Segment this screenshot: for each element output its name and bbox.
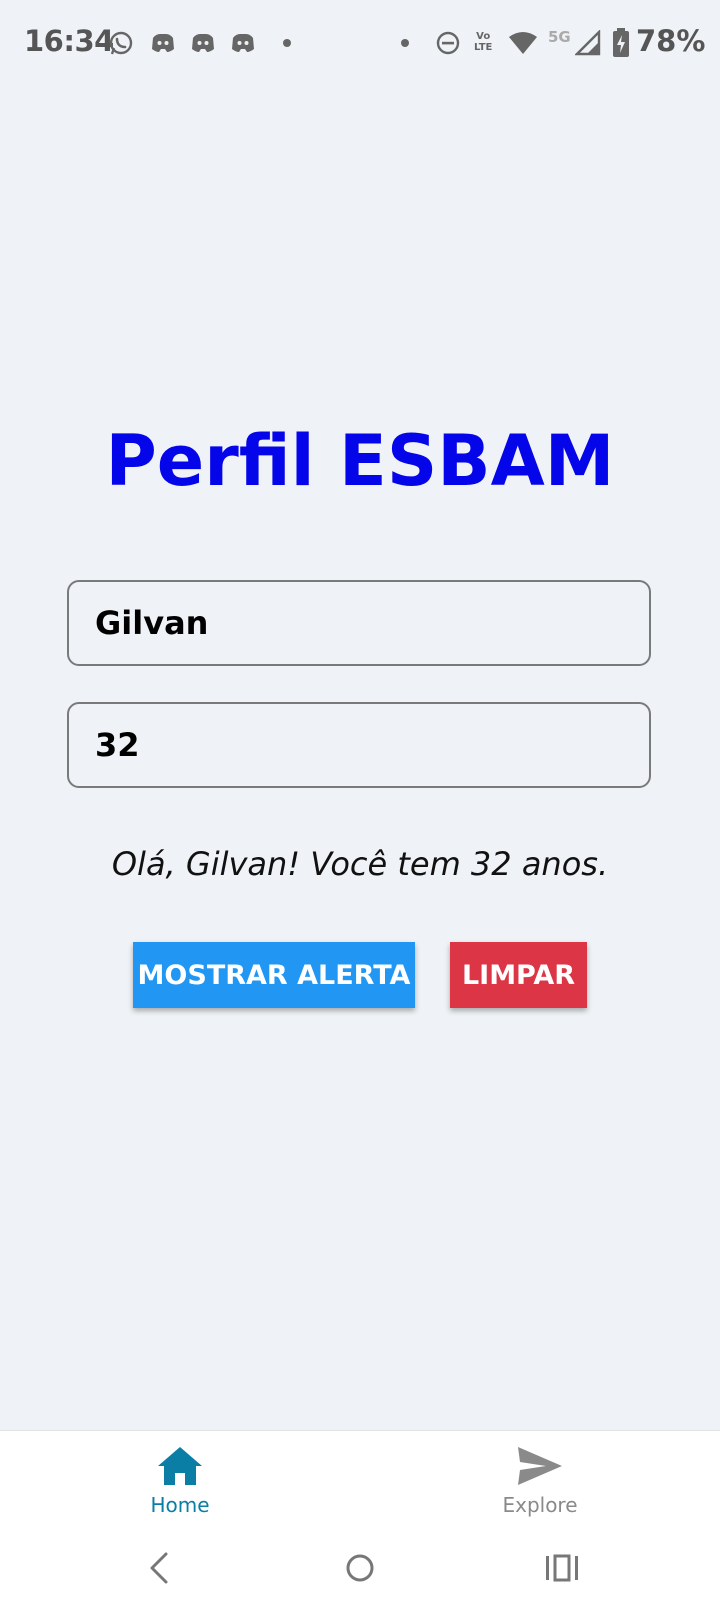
tab-bar: Home Explore: [0, 1430, 720, 1541]
discord-icon: [152, 34, 174, 52]
back-icon[interactable]: [140, 1548, 180, 1588]
dot-icon: [401, 39, 409, 47]
status-bar: 16:34 Vo LTE 5G 78%: [0, 0, 720, 88]
system-navigation-bar: [0, 1540, 720, 1600]
show-alert-button[interactable]: MOSTRAR ALERTA: [133, 942, 415, 1008]
volte-icon: Vo LTE: [474, 31, 493, 53]
home-circle-icon[interactable]: [340, 1548, 380, 1588]
do-not-disturb-icon: [436, 31, 460, 55]
discord-icon: [192, 34, 214, 52]
greeting-text: Olá, Gilvan! Você tem 32 anos.: [111, 845, 609, 883]
dot-icon: [283, 39, 291, 47]
tab-explore-label: Explore: [502, 1493, 578, 1517]
status-time: 16:34: [24, 24, 114, 58]
recents-icon[interactable]: [542, 1548, 582, 1588]
page-title: Perfil ESBAM: [105, 420, 615, 502]
clear-button[interactable]: LIMPAR: [450, 942, 587, 1008]
age-input[interactable]: [67, 702, 651, 788]
tab-home-label: Home: [150, 1493, 210, 1517]
send-icon: [518, 1447, 562, 1485]
signal-icon: [575, 30, 601, 56]
name-input[interactable]: [67, 580, 651, 666]
home-icon: [158, 1447, 202, 1485]
discord-icon: [232, 34, 254, 52]
network-type: 5G: [548, 28, 571, 46]
tab-home[interactable]: Home: [0, 1431, 360, 1541]
battery-percentage: 78%: [636, 24, 706, 58]
whatsapp-icon: [109, 31, 133, 55]
tab-explore[interactable]: Explore: [360, 1431, 720, 1541]
battery-charging-icon: [613, 28, 629, 57]
wifi-icon: [509, 32, 537, 54]
